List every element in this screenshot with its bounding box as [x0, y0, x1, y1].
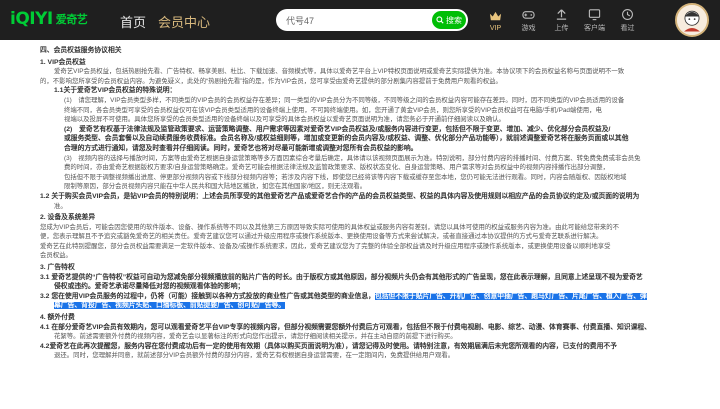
heading-device-differences: 2. 设备及系统差异 — [40, 214, 96, 222]
paragraph-line: 爱奇艺在此特别提醒您，部分会员权益需要满足一定软件版本、设备及/或操作系统要求，… — [40, 242, 611, 250]
history-icon — [622, 9, 633, 20]
paragraph-line: 视端以及投屏不可使用。具体您所享受的会员类型适用的设备终端以及可享受的具体会员权… — [64, 116, 505, 124]
vip-tool-label: VIP — [489, 24, 502, 32]
paragraph-line: 包括但不限于调整视频播出进度、停更部分视频内容或下线部分视频内容等；若涉及内容下… — [64, 173, 627, 181]
vip-crown-icon — [489, 11, 502, 20]
heading-vip-rights: 1. VIP会员权益 — [40, 58, 86, 66]
gamepad-icon — [522, 11, 535, 19]
agreement-document: 四、会员权益服务协议相关 1. VIP会员权益 爱奇艺VIP会员权益，包括热剧抢… — [0, 40, 720, 409]
paragraph-line: (2) 爱奇艺有权基于法律法规及监管政策要求、运营策略调整、用户需求等因素对爱奇… — [64, 125, 611, 133]
heading-ad-privilege: 3. 广告特权 — [40, 264, 75, 272]
paragraph-line: 幕广告、背投广告、视频片头贴、口播标板、前贴提要广告、创可贴广告等。 — [40, 301, 706, 311]
paragraph-line: 您成为VIP会员后，可能会因您使用的软件版本、设备、操作系统等不同以及其他第三方… — [40, 223, 620, 231]
client-tool-button[interactable]: 客户端 — [579, 5, 610, 36]
paragraph-line: 限制等原因，部分会员视频内容只能在中华人民共和国大陆地区播放，如您在其他国家/地… — [64, 183, 367, 191]
iqiyi-logo[interactable]: iQIYI 爱奇艺 — [10, 9, 88, 29]
subheading-special-notes: 1.1关于爱奇艺VIP会员权益的特殊说明： — [54, 87, 177, 95]
paragraph-line: 3.2 您在使用VIP会员服务的过程中，仍将（可能）接触到以各种方式投放的商业性… — [40, 292, 706, 302]
selected-text[interactable]: 幕广告、背投广告、视频片头贴、口播标板、前贴提要广告、创可贴广告等。 — [54, 302, 286, 310]
search-box[interactable]: 代号47 搜索 — [276, 9, 468, 31]
client-icon — [588, 9, 601, 21]
paragraph-line: 终端不同，各会员类型可享受的会员权益仅可在该VIP会员类型适用的设备终端上使用，… — [64, 106, 602, 114]
avatar-illustration — [677, 5, 707, 35]
paragraph-line: 4.2爱奇艺在此再次提醒您，服务内容在您付费成功后有一定的使用有效期（具体以购买… — [40, 342, 617, 350]
paragraph-line: 或服务类型、会员套餐以及自动续费服务收费标准。会员名称及/或权益细则等，增加或变… — [64, 135, 629, 143]
paragraph-line: 花絮等。前述需要额外付费的视频内容，爱奇艺会以显著标注的形式向您作出提示，请您仔… — [54, 333, 457, 341]
upload-icon — [556, 9, 567, 20]
heading-extra-payment: 4. 额外付费 — [40, 314, 75, 322]
paragraph-line: 爱奇艺VIP会员权益，包括热剧抢先看、广告特权、畅享美剧、杜比、下载加速、音频模… — [54, 68, 625, 76]
client-tool-label: 客户端 — [584, 25, 605, 32]
paragraph-line: 准。 — [54, 202, 67, 210]
upload-tool-label: 上传 — [554, 25, 569, 32]
search-button-label: 搜索 — [446, 15, 462, 25]
paragraph-line: 会员权益。 — [40, 252, 72, 260]
user-avatar[interactable] — [675, 3, 709, 37]
paragraph-line: 1.2 关于购买会员VIP会员，是钻VIP会员的特别说明：上述会员所享受的其他爱… — [40, 192, 640, 200]
game-tool-label: 游戏 — [521, 25, 536, 32]
paragraph-text: 3.2 您在使用VIP会员服务的过程中，仍将（可能）接触到以各种方式投放的商业性… — [40, 292, 375, 300]
top-navigation-bar: iQIYI 爱奇艺 首页 会员中心 代号47 搜索 VIP 游戏 上传 客户端 … — [0, 0, 720, 40]
paragraph-line: 费的时间，亦由爱奇艺根据版权方要求/自身运营策略确定。爱奇艺可能会根据法律法规及… — [64, 164, 609, 172]
selected-text[interactable]: 包括但不限于贴片广告、开机广告、创意中插广告、跑马灯广告、片尾广告、植入广告、弹 — [374, 292, 647, 300]
nav-member-center-link[interactable]: 会员中心 — [158, 12, 210, 31]
paragraph-line: (3) 视频内容的选择与播放时间，方案等由爱奇艺根据自身运营策略等多方面因素综合… — [64, 154, 641, 162]
history-tool-label: 看过 — [620, 25, 635, 32]
section-heading-membership: 四、会员权益服务协议相关 — [40, 47, 122, 54]
paragraph-line: 的，不影响您所享受的会员权益内容。为避免疑义，此处的“热剧抢先看”指的是，作为V… — [40, 77, 502, 85]
paragraph-line: 4.1 在部分爱奇艺VIP会员有效期内，您可以观看爱奇艺平台VIP专享的视频内容… — [40, 323, 651, 331]
search-button[interactable]: 搜索 — [432, 11, 466, 29]
vip-tool-button[interactable]: VIP — [480, 5, 511, 36]
header-tools: VIP 游戏 上传 客户端 看过 — [480, 5, 645, 36]
search-input[interactable]: 代号47 — [286, 14, 432, 27]
nav-home-link[interactable]: 首页 — [120, 12, 146, 31]
paragraph-line: (1) 请您理解，VIP会员类型多样，不同类型的VIP会员的会员权益存在差异；同… — [64, 96, 625, 104]
logo-cn-text: 爱奇艺 — [55, 13, 88, 26]
upload-tool-button[interactable]: 上传 — [546, 5, 577, 36]
search-icon — [436, 16, 444, 24]
game-tool-button[interactable]: 游戏 — [513, 5, 544, 36]
paragraph-line: 3.1 爱奇艺提供的“广告特权”权益可自动为您减免部分视频播放前的贴片广告的时长… — [40, 273, 643, 281]
paragraph-line: 便，您表示理解且不予追究或豁免爱奇艺的相关责任。爱奇艺建议您可以通过升级应用程序… — [40, 233, 603, 241]
paragraph-line: 侵权或违约。爱奇艺承诺尽量降低对您的视频观看体验的影响； — [54, 283, 245, 291]
history-tool-button[interactable]: 看过 — [612, 5, 643, 36]
paragraph-line: 合理的方式进行通知，请您及时查看并仔细阅读。同时，爱奇艺也将对尽最可能新增或调整… — [64, 144, 418, 152]
paragraph-line: 退还。同时，您理解并同意，就前述部分VIP会员额外付费的部分内容，爱奇艺有权根据… — [54, 352, 455, 360]
logo-text: iQIYI — [10, 9, 53, 29]
